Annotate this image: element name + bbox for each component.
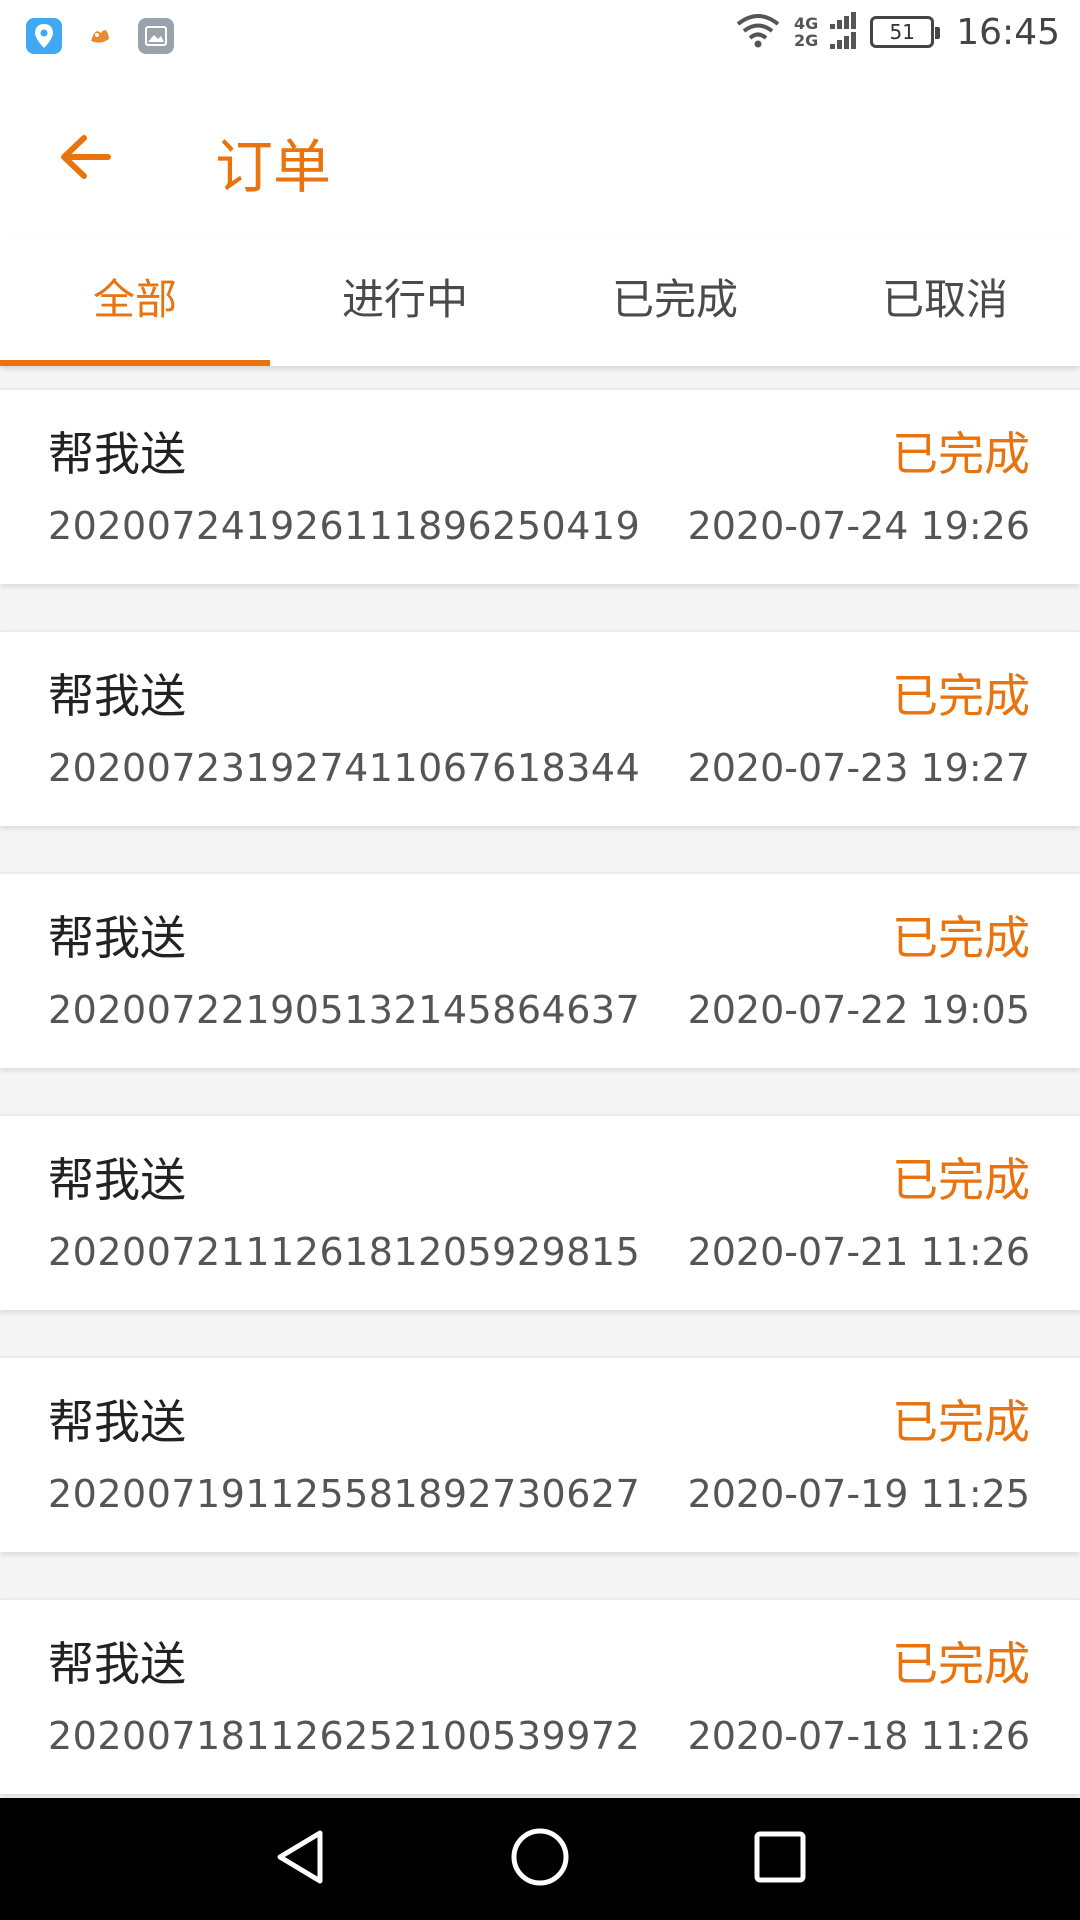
- order-number: 202007241926111896250419: [48, 504, 641, 548]
- arrow-left-icon: [58, 133, 112, 185]
- gallery-app-icon: [138, 18, 174, 54]
- tab-in-progress[interactable]: 进行中: [270, 240, 540, 366]
- order-card[interactable]: 帮我送 已完成 202007211126181205929815 2020-07…: [0, 1114, 1080, 1310]
- page-title: 订单: [215, 133, 332, 201]
- order-status: 已完成: [892, 1395, 1030, 1449]
- order-status: 已完成: [892, 669, 1030, 723]
- tab-completed[interactable]: 已完成: [540, 240, 810, 366]
- nav-recents-button[interactable]: [725, 1804, 835, 1914]
- circle-home-icon: [509, 1826, 571, 1892]
- system-nav-bar: [0, 1798, 1080, 1920]
- order-card[interactable]: 帮我送 已完成 202007191125581892730627 2020-07…: [0, 1356, 1080, 1552]
- app-header: 订单: [0, 74, 1080, 240]
- game-app-icon: [82, 18, 118, 54]
- order-list[interactable]: 帮我送 已完成 202007241926111896250419 2020-07…: [0, 366, 1080, 1798]
- network-4g-label: 4G: [793, 14, 819, 33]
- triangle-back-icon: [272, 1827, 328, 1891]
- signal-icon: [830, 10, 858, 54]
- order-status: 已完成: [892, 911, 1030, 965]
- battery-level: 51: [889, 20, 915, 44]
- order-service: 帮我送: [48, 1637, 186, 1691]
- order-number: 202007221905132145864637: [48, 988, 641, 1032]
- order-card[interactable]: 帮我送 已完成 202007221905132145864637 2020-07…: [0, 872, 1080, 1068]
- order-card[interactable]: 帮我送 已完成 202007231927411067618344 2020-07…: [0, 630, 1080, 826]
- network-2g-label: 2G: [793, 31, 819, 50]
- system-indicators: 4G 2G 51 16:45: [734, 10, 1060, 54]
- status-bar: 4G 2G 51 16:45: [0, 0, 1080, 74]
- order-status: 已完成: [892, 1153, 1030, 1207]
- status-time: 16:45: [956, 11, 1060, 53]
- order-number: 202007181126252100539972: [48, 1714, 641, 1758]
- order-status: 已完成: [892, 1637, 1030, 1691]
- screen: 4G 2G 51 16:45 订单 全部 进行中 已完成 已取消 帮我送 已完成…: [0, 0, 1080, 1920]
- battery-indicator: 51: [870, 16, 941, 48]
- order-service: 帮我送: [48, 1395, 186, 1449]
- network-type: 4G 2G: [794, 15, 818, 49]
- order-service: 帮我送: [48, 669, 186, 723]
- order-service: 帮我送: [48, 427, 186, 481]
- order-time: 2020-07-18 11:26: [687, 1714, 1030, 1758]
- notification-icons: [26, 18, 174, 54]
- order-service: 帮我送: [48, 1153, 186, 1207]
- order-time: 2020-07-22 19:05: [687, 988, 1030, 1032]
- wifi-icon: [734, 12, 782, 52]
- order-time: 2020-07-24 19:26: [687, 504, 1030, 548]
- order-number: 202007191125581892730627: [48, 1472, 641, 1516]
- square-recents-icon: [753, 1830, 807, 1888]
- order-number: 202007231927411067618344: [48, 746, 641, 790]
- order-time: 2020-07-23 19:27: [687, 746, 1030, 790]
- order-card[interactable]: 帮我送 已完成 202007241926111896250419 2020-07…: [0, 388, 1080, 584]
- map-app-icon: [26, 18, 62, 54]
- tab-cancelled[interactable]: 已取消: [810, 240, 1080, 366]
- order-time: 2020-07-19 11:25: [687, 1472, 1030, 1516]
- order-service: 帮我送: [48, 911, 186, 965]
- nav-back-button[interactable]: [245, 1804, 355, 1914]
- order-tabs: 全部 进行中 已完成 已取消: [0, 240, 1080, 366]
- order-card[interactable]: 帮我送 已完成 202007181126252100539972 2020-07…: [0, 1598, 1080, 1794]
- back-button[interactable]: [50, 124, 120, 194]
- order-status: 已完成: [892, 427, 1030, 481]
- order-time: 2020-07-21 11:26: [687, 1230, 1030, 1274]
- nav-home-button[interactable]: [485, 1804, 595, 1914]
- order-number: 202007211126181205929815: [48, 1230, 641, 1274]
- tab-all[interactable]: 全部: [0, 240, 270, 366]
